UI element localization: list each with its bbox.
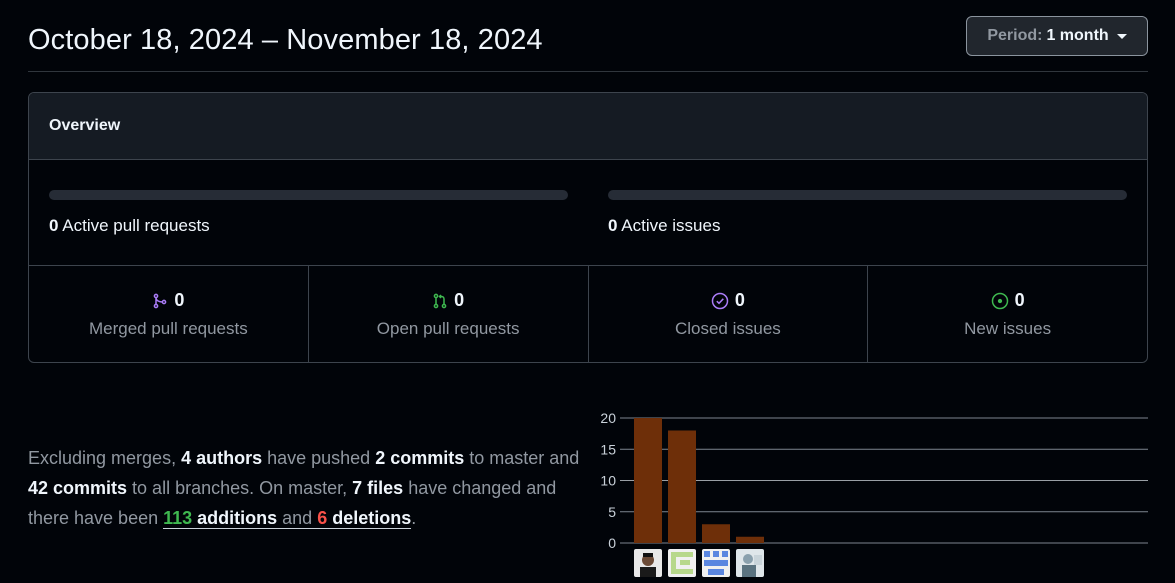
author-avatar-3[interactable]: [702, 549, 730, 577]
active-pr-count: 0: [49, 216, 59, 235]
stat-closed-issues[interactable]: 0 Closed issues: [589, 266, 869, 362]
deletions-label: deletions: [327, 508, 412, 528]
open-pr-label: Open pull requests: [376, 319, 520, 338]
additions-deletions-link[interactable]: 113 additions and 6 deletions: [163, 508, 412, 529]
merged-pr-count: 0: [174, 290, 185, 310]
author-avatar-4[interactable]: [736, 549, 764, 577]
active-issues-label: Active issues: [621, 216, 721, 235]
issue-closed-icon: [711, 292, 729, 310]
active-pr-progress-bar: [49, 190, 568, 200]
git-pull-request-icon: [432, 293, 448, 309]
additions-count: 113: [163, 508, 193, 528]
y-tick-label: 5: [608, 504, 616, 520]
summary-text: to all branches. On master,: [127, 478, 353, 498]
summary-text: Excluding merges,: [28, 448, 182, 468]
y-tick-label: 0: [608, 535, 616, 551]
commits-all-count: 42 commits: [28, 478, 128, 498]
stat-open-pull-requests[interactable]: 0 Open pull requests: [309, 266, 589, 362]
open-pr-count: 0: [454, 290, 465, 310]
author-avatar-1[interactable]: [634, 549, 662, 577]
period-value: 1 month: [1046, 27, 1109, 44]
commit-summary: Excluding merges, 4 authors have pushed …: [28, 443, 598, 533]
issue-opened-icon: [991, 292, 1009, 310]
active-issues-count: 0: [608, 216, 618, 235]
bar-author-1: [634, 418, 662, 543]
active-pr-label: Active pull requests: [62, 216, 210, 235]
new-issues-count: 0: [1014, 290, 1025, 310]
date-range-title: October 18, 2024 – November 18, 2024: [28, 24, 543, 56]
stats-row: 0 Merged pull requests 0 Open pull reque…: [29, 266, 1147, 362]
stat-new-issues[interactable]: 0 New issues: [868, 266, 1147, 362]
bar-author-3: [702, 524, 730, 543]
active-issues-progress-bar: [608, 190, 1127, 200]
authors-count: 4 authors: [181, 448, 263, 468]
caret-down-icon: [1116, 33, 1127, 39]
active-issues[interactable]: 0 Active issues: [608, 190, 1127, 236]
files-count: 7 files: [352, 478, 404, 498]
y-tick-label: 10: [600, 473, 616, 489]
deletions-count: 6: [317, 508, 328, 528]
merged-pr-label: Merged pull requests: [88, 319, 248, 338]
stat-merged-pull-requests[interactable]: 0 Merged pull requests: [29, 266, 309, 362]
header: October 18, 2024 – November 18, 2024 Per…: [28, 16, 1148, 72]
overview-title: Overview: [29, 93, 1147, 160]
closed-issues-count: 0: [734, 290, 745, 310]
git-merge-icon: [152, 293, 168, 309]
summary-text: to master and: [464, 448, 580, 468]
additions-label: additions: [192, 508, 278, 528]
y-tick-label: 20: [600, 410, 616, 426]
y-tick-label: 15: [600, 441, 616, 457]
bar-author-4: [736, 536, 764, 543]
active-pull-requests[interactable]: 0 Active pull requests: [49, 190, 568, 236]
author-avatar-2[interactable]: [668, 549, 696, 577]
summary-text: .: [411, 508, 417, 528]
commits-master-count: 2 commits: [375, 448, 465, 468]
period-label: Period:: [987, 27, 1043, 44]
new-issues-label: New issues: [964, 319, 1052, 338]
overview-panel: Overview 0 Active pull requests 0 Active…: [28, 92, 1148, 363]
closed-issues-label: Closed issues: [674, 319, 781, 338]
contributors-chart: 0 5 10 15 20: [588, 400, 1158, 583]
active-section: 0 Active pull requests 0 Active issues: [29, 160, 1147, 266]
summary-text: and: [277, 508, 318, 528]
period-dropdown-button[interactable]: Period: 1 month: [966, 16, 1148, 56]
bar-author-2: [668, 430, 696, 543]
summary-text: have pushed: [262, 448, 376, 468]
